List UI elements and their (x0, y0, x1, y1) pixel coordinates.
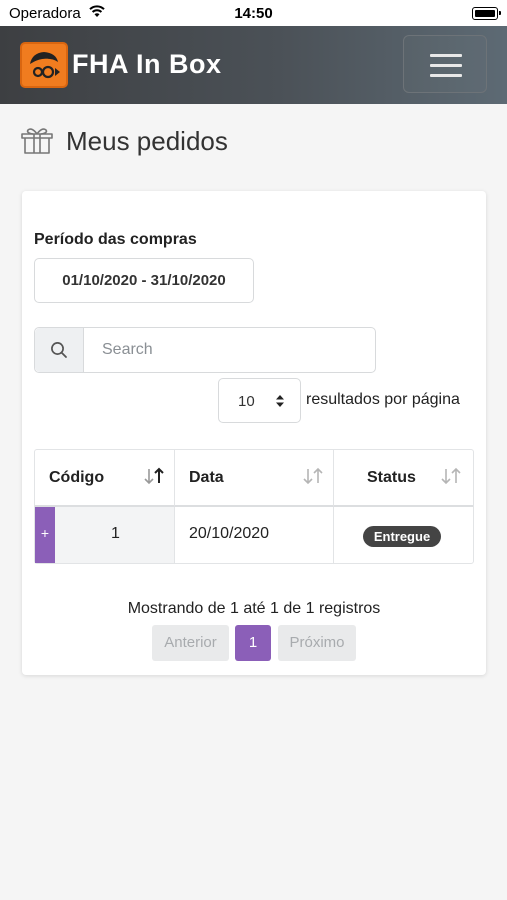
column-header-label: Código (49, 469, 105, 486)
table-info: Mostrando de 1 até 1 de 1 registros (127, 600, 381, 617)
status-bar: Operadora 14:50 (0, 0, 507, 26)
previous-page-button[interactable]: Anterior (152, 625, 229, 661)
gift-box-icon (21, 128, 53, 154)
navbar: FHA In Box (0, 26, 507, 104)
hamburger-line-icon (430, 64, 462, 67)
search-input[interactable] (85, 328, 375, 372)
hamburger-line-icon (430, 74, 462, 77)
per-page-select[interactable]: 10 (218, 378, 301, 423)
page-title: Meus pedidos (66, 126, 228, 156)
next-page-button[interactable]: Próximo (278, 625, 356, 661)
per-page-label: resultados por página (306, 391, 460, 408)
column-header-label: Status (367, 469, 416, 486)
column-header-codigo[interactable]: Código (35, 450, 175, 507)
battery-icon (472, 7, 501, 20)
orders-card: Período das compras 01/10/2020 - 31/10/2… (22, 191, 486, 675)
logo-icon[interactable] (20, 42, 68, 88)
period-label: Período das compras (34, 231, 197, 248)
search-group (34, 327, 376, 373)
per-page-value: 10 (238, 393, 255, 410)
cell-data: 20/10/2020 (175, 507, 334, 563)
order-date: 20/10/2020 (189, 525, 270, 542)
cell-status: Entregue (334, 507, 473, 563)
column-header-label: Data (189, 469, 224, 486)
sort-icon (303, 467, 323, 485)
sort-icon (441, 467, 461, 485)
date-range-picker[interactable]: 01/10/2020 - 31/10/2020 (34, 258, 254, 303)
brand-name[interactable]: FHA In Box (72, 49, 222, 80)
column-header-status[interactable]: Status (334, 450, 473, 507)
search-icon (51, 342, 67, 358)
cell-codigo: + 1 (35, 507, 175, 563)
search-addon (35, 328, 84, 372)
column-header-data[interactable]: Data (175, 450, 334, 507)
order-code: 1 (111, 525, 120, 542)
hamburger-line-icon (430, 54, 462, 57)
expand-row-button[interactable]: + (35, 507, 55, 563)
select-caret-icon (276, 395, 284, 407)
page-1-button[interactable]: 1 (235, 625, 271, 661)
status-badge: Entregue (363, 526, 441, 547)
orders-table: Código Data Status + 1 20/10/2020 Entreg… (34, 449, 474, 564)
clock: 14:50 (234, 5, 273, 22)
sort-asc-icon (144, 467, 164, 485)
hamburger-menu-button[interactable] (403, 35, 487, 93)
